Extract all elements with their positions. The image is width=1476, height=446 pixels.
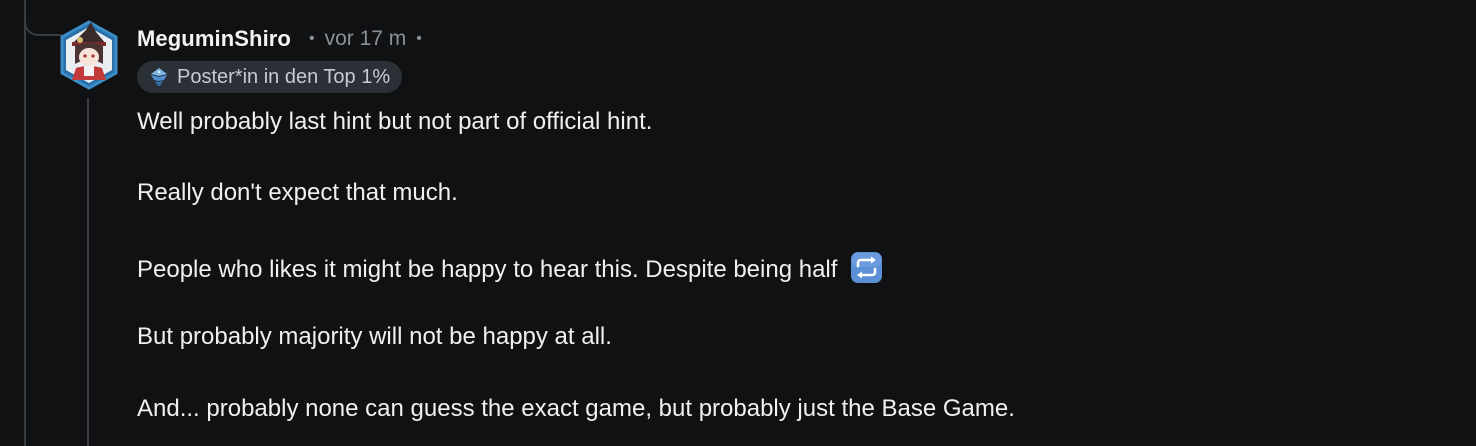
comment-paragraph: And... probably none can guess the exact… [137,395,1015,422]
comment-paragraph: Well probably last hint but not part of … [137,108,653,135]
flair-label: Poster*in in den Top 1% [177,65,391,88]
separator-dot: • [416,30,422,47]
user-flair-badge[interactable]: Poster*in in den Top 1% [137,61,403,93]
thread-connector [24,0,62,36]
timestamp[interactable]: vor 17 m [325,27,407,51]
comment-paragraph-text: People who likes it might be happy to he… [137,256,838,283]
username-link[interactable]: MeguminShiro [137,26,291,52]
comment-paragraph: People who likes it might be happy to he… [137,251,883,284]
thread-line-parent[interactable] [24,0,26,446]
user-avatar[interactable] [58,20,120,90]
repeat-button-emoji-icon [851,252,883,283]
comment-paragraph: But probably majority will not be happy … [137,323,612,350]
separator-dot: • [308,30,315,47]
thread-line-comment[interactable] [87,98,89,446]
comment-header: MeguminShiro • vor 17 m • [137,26,422,52]
top-poster-icon [151,68,167,86]
comment-paragraph: Really don't expect that much. [137,179,458,206]
comment-page: MeguminShiro • vor 17 m • Poster*in in d… [0,0,1476,446]
